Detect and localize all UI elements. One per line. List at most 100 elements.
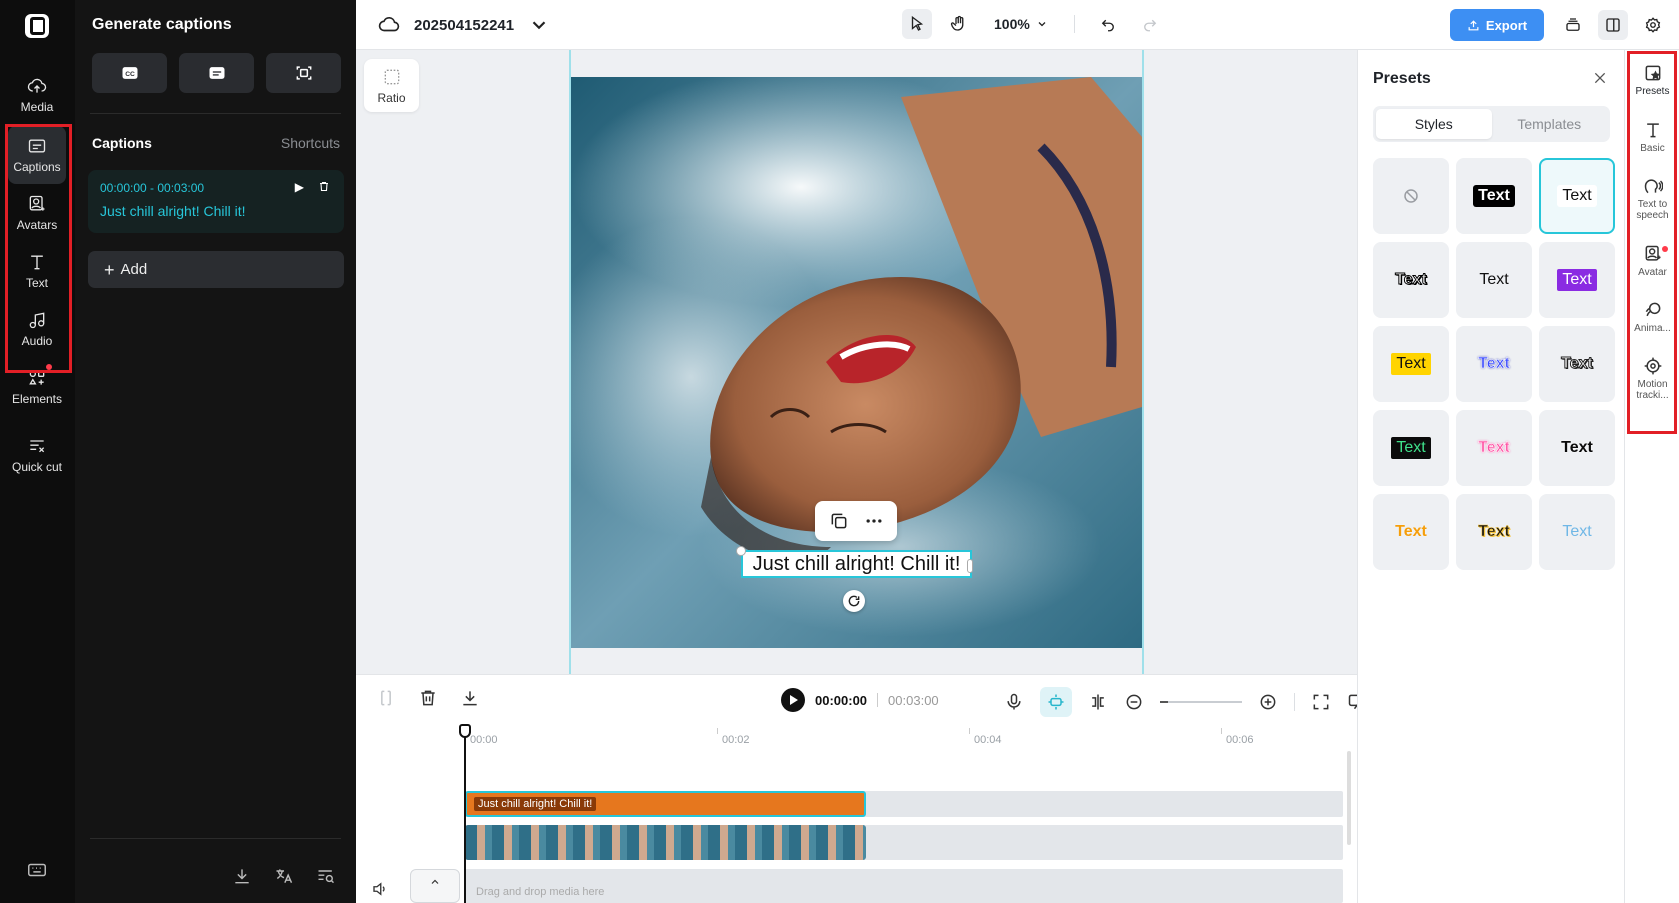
- resize-handle[interactable]: [967, 559, 973, 573]
- preset-style[interactable]: Text: [1539, 410, 1615, 486]
- duplicate-icon[interactable]: [829, 511, 849, 531]
- rail-item-media[interactable]: Media: [8, 66, 66, 124]
- volume-icon[interactable]: [371, 880, 389, 898]
- preset-style[interactable]: Text: [1373, 410, 1449, 486]
- gear-icon: [1645, 17, 1661, 33]
- scan-icon: [296, 66, 311, 80]
- zoom-in-icon[interactable]: [1258, 692, 1278, 712]
- pointer-icon: [911, 15, 924, 31]
- auto-captions-button[interactable]: CC: [92, 53, 167, 93]
- app-logo[interactable]: [25, 14, 49, 38]
- download-icon[interactable]: [232, 866, 252, 886]
- trash-icon[interactable]: [418, 688, 438, 708]
- add-caption-label: Add: [120, 261, 148, 278]
- preset-style[interactable]: Text: [1456, 410, 1532, 486]
- preset-style[interactable]: Text: [1456, 326, 1532, 402]
- rail-label-media: Media: [20, 100, 54, 114]
- caption-clip-label: Just chill alright! Chill it!: [474, 797, 597, 811]
- layout-toggle-button[interactable]: [1598, 10, 1628, 40]
- zoom-dropdown[interactable]: 100%: [994, 16, 1048, 32]
- timeline-scrollbar[interactable]: [1347, 751, 1351, 845]
- preset-style[interactable]: Text: [1539, 158, 1615, 234]
- zoom-out-icon[interactable]: [1124, 692, 1144, 712]
- preset-style[interactable]: Text: [1539, 494, 1615, 570]
- top-bar: 202504152241 100% Export: [356, 0, 1679, 50]
- cover-thumbnail[interactable]: [410, 869, 460, 903]
- caption-text[interactable]: Just chill alright! Chill it!: [100, 203, 332, 219]
- trash-icon[interactable]: [318, 180, 330, 193]
- scan-captions-button[interactable]: [266, 53, 341, 93]
- divider: [1294, 693, 1295, 711]
- preset-style[interactable]: Text: [1373, 326, 1449, 402]
- preset-style[interactable]: Text: [1456, 158, 1532, 234]
- highlight-box-right-strip: [1627, 51, 1677, 434]
- preset-label: Text: [1561, 355, 1594, 373]
- select-tool-button[interactable]: [902, 9, 932, 39]
- split-icon[interactable]: [376, 688, 396, 708]
- chevron-down-icon[interactable]: [528, 14, 550, 36]
- keyboard-icon[interactable]: [26, 859, 48, 881]
- split-clip-icon[interactable]: [1088, 692, 1108, 712]
- preset-label: Text: [1395, 523, 1427, 540]
- video-clip[interactable]: [465, 825, 866, 860]
- translate-icon[interactable]: [274, 866, 294, 886]
- preset-style[interactable]: Text: [1539, 242, 1615, 318]
- layers-button[interactable]: [1558, 10, 1588, 40]
- redo-button[interactable]: [1135, 9, 1165, 39]
- preset-style[interactable]: Text: [1539, 326, 1615, 402]
- tab-styles[interactable]: Styles: [1376, 109, 1492, 139]
- ruler-tick: [1221, 728, 1222, 734]
- rail-label-elements: Elements: [11, 392, 63, 406]
- close-icon[interactable]: [1592, 70, 1608, 86]
- preset-style[interactable]: Text: [1373, 494, 1449, 570]
- more-icon[interactable]: [864, 511, 884, 531]
- presets-tabs: Styles Templates: [1373, 106, 1610, 142]
- magnet-snap-icon: [1048, 694, 1064, 710]
- tab-templates[interactable]: Templates: [1492, 109, 1608, 139]
- project-name[interactable]: 202504152241: [414, 17, 514, 34]
- rail-item-quick-cut[interactable]: Quick cut: [8, 420, 66, 490]
- caption-generate-tools: CC: [92, 53, 341, 93]
- preset-label: Text: [1478, 355, 1510, 373]
- playhead[interactable]: [464, 724, 466, 903]
- caption-item-actions: ▶: [295, 180, 330, 194]
- cloud-saved-icon[interactable]: [378, 14, 400, 36]
- caption-text-box[interactable]: Just chill alright! Chill it!: [741, 550, 972, 578]
- fullscreen-icon[interactable]: [1311, 692, 1331, 712]
- no-style-icon: [1404, 189, 1418, 203]
- rotate-handle[interactable]: [843, 590, 865, 612]
- preset-style[interactable]: Text: [1456, 242, 1532, 318]
- preset-label: Text: [1391, 437, 1431, 459]
- divider: [90, 838, 341, 839]
- hand-tool-button[interactable]: [944, 9, 974, 39]
- shortcuts-link[interactable]: Shortcuts: [281, 135, 340, 151]
- preset-style[interactable]: Text: [1456, 494, 1532, 570]
- settings-button[interactable]: [1638, 10, 1668, 40]
- caption-list-item[interactable]: 00:00:00 - 00:03:00 Just chill alright! …: [88, 170, 344, 233]
- microphone-icon[interactable]: [1004, 692, 1024, 712]
- preset-label: Text: [1391, 353, 1431, 375]
- ratio-button[interactable]: Ratio: [364, 59, 419, 112]
- play-button[interactable]: [781, 688, 805, 712]
- auto-snap-button[interactable]: [1040, 687, 1072, 717]
- preset-none[interactable]: [1373, 158, 1449, 234]
- play-icon[interactable]: ▶: [295, 180, 304, 194]
- caption-clip[interactable]: Just chill alright! Chill it!: [465, 791, 866, 817]
- resize-handle[interactable]: [736, 546, 746, 556]
- export-button[interactable]: Export: [1450, 9, 1544, 41]
- search-list-icon[interactable]: [316, 866, 336, 886]
- playhead-handle[interactable]: [459, 724, 471, 738]
- topbar-right-tools: [1558, 10, 1668, 40]
- panel-title: Generate captions: [92, 16, 232, 33]
- add-caption-button[interactable]: + Add: [88, 251, 344, 288]
- preset-label: Text: [1561, 439, 1593, 456]
- download-icon[interactable]: [460, 688, 480, 708]
- manual-captions-button[interactable]: [179, 53, 254, 93]
- ruler-label: 00:04: [974, 734, 1002, 746]
- preset-style[interactable]: Text: [1373, 242, 1449, 318]
- undo-button[interactable]: [1093, 9, 1123, 39]
- timeline-toolbar: 00:00:00 00:03:00: [356, 674, 1366, 724]
- preset-label: Text: [1479, 271, 1509, 288]
- rotate-icon: [848, 595, 860, 607]
- timeline-zoom-slider[interactable]: [1160, 701, 1242, 703]
